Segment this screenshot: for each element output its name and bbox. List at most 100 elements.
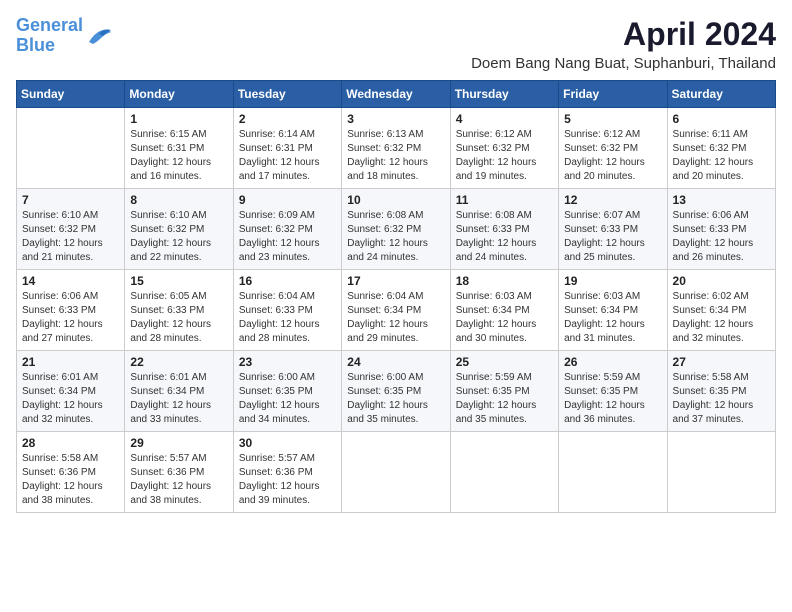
calendar-cell bbox=[342, 432, 450, 513]
day-number: 16 bbox=[239, 274, 336, 288]
day-number: 15 bbox=[130, 274, 227, 288]
calendar-cell: 9 Sunrise: 6:09 AM Sunset: 6:32 PM Daylig… bbox=[233, 189, 341, 270]
calendar-cell: 11Sunrise: 6:08 AM Sunset: 6:33 PM Dayli… bbox=[450, 189, 558, 270]
calendar-cell: 24 Sunrise: 6:00 AM Sunset: 6:35 PM Dayli… bbox=[342, 351, 450, 432]
logo-line1: General bbox=[16, 15, 83, 35]
calendar-cell: 8 Sunrise: 6:10 AM Sunset: 6:32 PM Daylig… bbox=[125, 189, 233, 270]
day-number: 30 bbox=[239, 436, 336, 450]
calendar-cell: 4 Sunrise: 6:12 AM Sunset: 6:32 PM Daylig… bbox=[450, 108, 558, 189]
day-number: 24 bbox=[347, 355, 444, 369]
calendar-cell: 25 Sunrise: 5:59 AM Sunset: 6:35 PM Dayli… bbox=[450, 351, 558, 432]
page-header: General Blue April 2024 Doem Bang Nang B… bbox=[16, 16, 776, 72]
weekday-header-sunday: Sunday bbox=[17, 81, 125, 108]
calendar-cell: 15 Sunrise: 6:05 AM Sunset: 6:33 PM Dayli… bbox=[125, 270, 233, 351]
day-info: Sunrise: 6:01 AM Sunset: 6:34 PM Dayligh… bbox=[130, 371, 227, 427]
calendar-cell: 13 Sunrise: 6:06 AM Sunset: 6:33 PM Dayli… bbox=[667, 189, 775, 270]
day-number: 5 bbox=[564, 112, 661, 126]
calendar-week-row: 7 Sunrise: 6:10 AM Sunset: 6:32 PM Daylig… bbox=[17, 189, 776, 270]
calendar-cell: 27Sunrise: 5:58 AM Sunset: 6:35 PM Dayli… bbox=[667, 351, 775, 432]
calendar-cell: 20Sunrise: 6:02 AM Sunset: 6:34 PM Dayli… bbox=[667, 270, 775, 351]
day-info: Sunrise: 6:14 AM Sunset: 6:31 PM Dayligh… bbox=[239, 128, 336, 184]
calendar-week-row: 28Sunrise: 5:58 AM Sunset: 6:36 PM Dayli… bbox=[17, 432, 776, 513]
day-info: Sunrise: 5:59 AM Sunset: 6:35 PM Dayligh… bbox=[564, 371, 661, 427]
logo-bird-icon bbox=[85, 24, 113, 48]
calendar-cell: 19 Sunrise: 6:03 AM Sunset: 6:34 PM Dayli… bbox=[559, 270, 667, 351]
calendar-week-row: 1 Sunrise: 6:15 AM Sunset: 6:31 PM Daylig… bbox=[17, 108, 776, 189]
day-info: Sunrise: 6:12 AM Sunset: 6:32 PM Dayligh… bbox=[564, 128, 661, 184]
weekday-header-tuesday: Tuesday bbox=[233, 81, 341, 108]
day-info: Sunrise: 6:06 AM Sunset: 6:33 PM Dayligh… bbox=[673, 209, 770, 265]
day-number: 10 bbox=[347, 193, 444, 207]
day-number: 9 bbox=[239, 193, 336, 207]
calendar-cell: 23 Sunrise: 6:00 AM Sunset: 6:35 PM Dayli… bbox=[233, 351, 341, 432]
calendar-cell: 29Sunrise: 5:57 AM Sunset: 6:36 PM Dayli… bbox=[125, 432, 233, 513]
day-number: 14 bbox=[22, 274, 119, 288]
day-number: 4 bbox=[456, 112, 553, 126]
day-number: 21 bbox=[22, 355, 119, 369]
calendar-week-row: 21 Sunrise: 6:01 AM Sunset: 6:34 PM Dayli… bbox=[17, 351, 776, 432]
day-info: Sunrise: 6:12 AM Sunset: 6:32 PM Dayligh… bbox=[456, 128, 553, 184]
day-info: Sunrise: 6:05 AM Sunset: 6:33 PM Dayligh… bbox=[130, 290, 227, 346]
day-number: 18 bbox=[456, 274, 553, 288]
logo-line2: Blue bbox=[16, 35, 55, 55]
day-info: Sunrise: 6:03 AM Sunset: 6:34 PM Dayligh… bbox=[564, 290, 661, 346]
day-info: Sunrise: 6:09 AM Sunset: 6:32 PM Dayligh… bbox=[239, 209, 336, 265]
subtitle: Doem Bang Nang Buat, Suphanburi, Thailan… bbox=[471, 55, 776, 72]
day-info: Sunrise: 6:08 AM Sunset: 6:33 PM Dayligh… bbox=[456, 209, 553, 265]
weekday-header-saturday: Saturday bbox=[667, 81, 775, 108]
day-number: 1 bbox=[130, 112, 227, 126]
day-info: Sunrise: 6:15 AM Sunset: 6:31 PM Dayligh… bbox=[130, 128, 227, 184]
calendar-cell: 16 Sunrise: 6:04 AM Sunset: 6:33 PM Dayli… bbox=[233, 270, 341, 351]
day-info: Sunrise: 6:11 AM Sunset: 6:32 PM Dayligh… bbox=[673, 128, 770, 184]
calendar-cell: 3Sunrise: 6:13 AM Sunset: 6:32 PM Daylig… bbox=[342, 108, 450, 189]
calendar-cell: 1 Sunrise: 6:15 AM Sunset: 6:31 PM Daylig… bbox=[125, 108, 233, 189]
calendar-week-row: 14 Sunrise: 6:06 AM Sunset: 6:33 PM Dayli… bbox=[17, 270, 776, 351]
calendar-cell: 21 Sunrise: 6:01 AM Sunset: 6:34 PM Dayli… bbox=[17, 351, 125, 432]
calendar-cell: 7 Sunrise: 6:10 AM Sunset: 6:32 PM Daylig… bbox=[17, 189, 125, 270]
day-info: Sunrise: 5:57 AM Sunset: 6:36 PM Dayligh… bbox=[130, 452, 227, 508]
day-number: 19 bbox=[564, 274, 661, 288]
day-number: 20 bbox=[673, 274, 770, 288]
day-info: Sunrise: 6:08 AM Sunset: 6:32 PM Dayligh… bbox=[347, 209, 444, 265]
weekday-header-monday: Monday bbox=[125, 81, 233, 108]
calendar-cell: 14 Sunrise: 6:06 AM Sunset: 6:33 PM Dayli… bbox=[17, 270, 125, 351]
day-number: 27 bbox=[673, 355, 770, 369]
day-number: 8 bbox=[130, 193, 227, 207]
logo-text: General Blue bbox=[16, 16, 83, 56]
day-info: Sunrise: 6:10 AM Sunset: 6:32 PM Dayligh… bbox=[130, 209, 227, 265]
day-number: 22 bbox=[130, 355, 227, 369]
main-title: April 2024 bbox=[471, 16, 776, 53]
day-info: Sunrise: 5:59 AM Sunset: 6:35 PM Dayligh… bbox=[456, 371, 553, 427]
day-info: Sunrise: 6:07 AM Sunset: 6:33 PM Dayligh… bbox=[564, 209, 661, 265]
calendar-table: SundayMondayTuesdayWednesdayThursdayFrid… bbox=[16, 80, 776, 513]
day-info: Sunrise: 6:04 AM Sunset: 6:33 PM Dayligh… bbox=[239, 290, 336, 346]
calendar-header: SundayMondayTuesdayWednesdayThursdayFrid… bbox=[17, 81, 776, 108]
calendar-cell: 2 Sunrise: 6:14 AM Sunset: 6:31 PM Daylig… bbox=[233, 108, 341, 189]
calendar-cell: 5 Sunrise: 6:12 AM Sunset: 6:32 PM Daylig… bbox=[559, 108, 667, 189]
day-info: Sunrise: 6:00 AM Sunset: 6:35 PM Dayligh… bbox=[239, 371, 336, 427]
calendar-body: 1 Sunrise: 6:15 AM Sunset: 6:31 PM Daylig… bbox=[17, 108, 776, 513]
day-info: Sunrise: 6:01 AM Sunset: 6:34 PM Dayligh… bbox=[22, 371, 119, 427]
weekday-header-friday: Friday bbox=[559, 81, 667, 108]
day-number: 23 bbox=[239, 355, 336, 369]
calendar-cell bbox=[17, 108, 125, 189]
day-info: Sunrise: 6:06 AM Sunset: 6:33 PM Dayligh… bbox=[22, 290, 119, 346]
calendar-cell: 30Sunrise: 5:57 AM Sunset: 6:36 PM Dayli… bbox=[233, 432, 341, 513]
day-info: Sunrise: 6:10 AM Sunset: 6:32 PM Dayligh… bbox=[22, 209, 119, 265]
day-number: 17 bbox=[347, 274, 444, 288]
calendar-cell bbox=[667, 432, 775, 513]
weekday-header-row: SundayMondayTuesdayWednesdayThursdayFrid… bbox=[17, 81, 776, 108]
day-number: 28 bbox=[22, 436, 119, 450]
day-number: 2 bbox=[239, 112, 336, 126]
calendar-cell: 10 Sunrise: 6:08 AM Sunset: 6:32 PM Dayli… bbox=[342, 189, 450, 270]
day-number: 13 bbox=[673, 193, 770, 207]
calendar-cell bbox=[559, 432, 667, 513]
day-number: 7 bbox=[22, 193, 119, 207]
calendar-cell: 28Sunrise: 5:58 AM Sunset: 6:36 PM Dayli… bbox=[17, 432, 125, 513]
day-number: 25 bbox=[456, 355, 553, 369]
day-info: Sunrise: 6:03 AM Sunset: 6:34 PM Dayligh… bbox=[456, 290, 553, 346]
calendar-cell: 6Sunrise: 6:11 AM Sunset: 6:32 PM Daylig… bbox=[667, 108, 775, 189]
day-number: 12 bbox=[564, 193, 661, 207]
day-info: Sunrise: 6:00 AM Sunset: 6:35 PM Dayligh… bbox=[347, 371, 444, 427]
title-block: April 2024 Doem Bang Nang Buat, Suphanbu… bbox=[471, 16, 776, 72]
